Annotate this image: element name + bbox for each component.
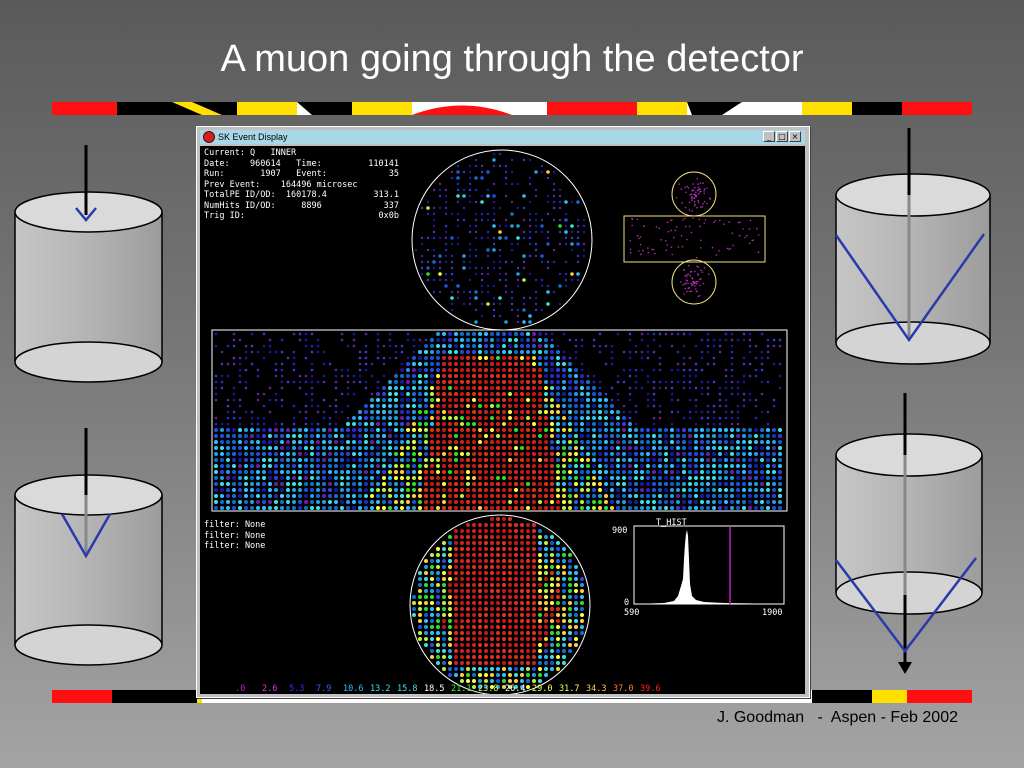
info-row: Current: Q INNER — [204, 148, 399, 159]
hist-y-max: 900 — [612, 526, 628, 536]
close-button[interactable]: × — [789, 131, 801, 142]
scale-value: 23.8 — [478, 684, 499, 694]
app-icon — [203, 131, 215, 143]
cylinder-bottom-left — [14, 428, 163, 666]
info-label: Run: 1907 Event: — [204, 169, 327, 179]
info-label: NumHits ID/OD: 8896 — [204, 200, 322, 211]
info-value: 337 — [383, 200, 399, 211]
scale-value: 2.6 — [262, 684, 278, 694]
info-label: Date: 960614 Time: — [204, 158, 322, 169]
event-display-window: SK Event Display _ □ × Current: Q INNER … — [196, 126, 810, 698]
info-row: Date: 960614 Time: 110141 — [204, 159, 399, 170]
info-row: TotalPE ID/OD: 160178.4 313.1 — [204, 190, 399, 201]
hist-title: T_HIST — [656, 518, 687, 528]
info-label: Current: Q INNER — [204, 148, 297, 158]
scale-value: 31.7 — [559, 684, 580, 694]
scale-value: 5.3 — [289, 684, 305, 694]
scale-value: 21.1 — [451, 684, 472, 694]
cylinder-bottom-right — [835, 393, 983, 674]
info-label: Prev Event: 164496 microsec — [204, 179, 358, 190]
info-value: 35 — [388, 169, 399, 179]
filter-list: filter: None filter: None filter: None — [204, 520, 265, 552]
detector-hit-map — [200, 146, 805, 694]
event-info-panel: Current: Q INNER Date: 960614 Time: 11014… — [204, 148, 399, 222]
filter-line: filter: None — [204, 520, 266, 530]
scale-value: 39.6 — [640, 684, 661, 694]
info-row: Trig ID: 0x0b — [204, 211, 399, 222]
info-row: NumHits ID/OD: 8896 337 — [204, 201, 399, 212]
hist-x-min: 590 — [624, 608, 640, 618]
footer-credit: J. Goodman - Aspen - Feb 2002 — [716, 709, 958, 726]
info-value: 0x0b — [378, 211, 399, 221]
event-canvas[interactable]: Current: Q INNER Date: 960614 Time: 11014… — [200, 146, 805, 694]
info-value: 313.1 — [373, 190, 399, 200]
scale-value: 13.2 — [370, 684, 391, 694]
cylinder-top-right — [834, 128, 991, 365]
scale-value: 29.0 — [532, 684, 553, 694]
scale-value: 7.9 — [316, 684, 332, 694]
info-label: Trig ID: — [204, 211, 245, 221]
scale-value: 15.8 — [397, 684, 418, 694]
maximize-button[interactable]: □ — [776, 131, 788, 142]
scale-value: 26.4 — [505, 684, 526, 694]
scale-value: 37.0 — [613, 684, 634, 694]
minimize-button[interactable]: _ — [763, 131, 775, 142]
info-row: Run: 1907 Event: 35 — [204, 169, 399, 180]
scale-value: 18.5 — [424, 684, 445, 694]
filter-line: filter: None — [204, 541, 266, 551]
scale-value: 10.6 — [343, 684, 364, 694]
cylinder-top-left — [14, 145, 163, 383]
window-title: SK Event Display — [218, 132, 288, 142]
scale-value: 34.3 — [586, 684, 607, 694]
filter-line: filter: None — [204, 530, 266, 541]
info-label: TotalPE ID/OD: 160178.4 — [204, 190, 327, 200]
scale-value: .0 — [235, 684, 246, 694]
window-titlebar[interactable]: SK Event Display _ □ × — [200, 130, 805, 144]
info-value: 110141 — [368, 158, 399, 169]
charge-color-scale: .0 2.6 5.3 7.9 10.6 13.2 15.8 18.5 21.1 23.8 26.4 2… — [220, 684, 805, 694]
hist-x-max: 1900 — [762, 608, 783, 618]
info-row: Prev Event: 164496 microsec — [204, 180, 399, 191]
hist-y-min: 0 — [624, 598, 630, 608]
